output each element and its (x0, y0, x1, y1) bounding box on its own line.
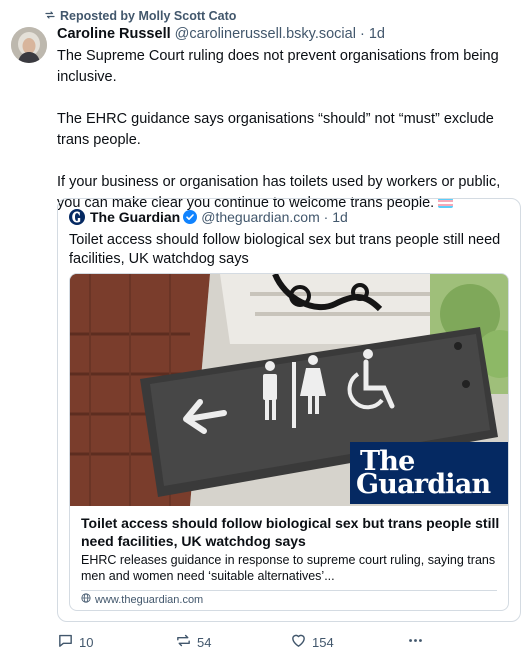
like-button[interactable]: 154 (290, 632, 334, 652)
link-preview-description: EHRC releases guidance in response to su… (81, 553, 496, 583)
author-handle[interactable]: @carolinerussell.bsky.social (175, 26, 356, 42)
link-preview-card[interactable]: The Guardian Toilet access should follow… (69, 273, 509, 611)
quoted-post[interactable]: The Guardian @theguardian.com · 1d Toile… (57, 198, 521, 622)
repost-indicator[interactable]: Reposted by Molly Scott Cato (44, 8, 236, 24)
post-text: The Supreme Court ruling does not preven… (57, 46, 521, 214)
guardian-wordmark: The Guardian (350, 442, 508, 504)
quote-text: Toilet access should follow biological s… (69, 232, 501, 267)
reply-icon (57, 632, 74, 652)
repost-button[interactable]: 54 (175, 632, 211, 652)
quote-author-name[interactable]: The Guardian (90, 209, 180, 225)
link-preview-domain: www.theguardian.com (81, 593, 203, 606)
repost-label: Reposted by Molly Scott Cato (60, 9, 237, 23)
globe-icon (81, 593, 91, 606)
verified-badge-icon (183, 210, 198, 224)
post-timestamp[interactable]: 1d (369, 26, 385, 42)
reply-count: 10 (79, 634, 94, 650)
post-actions: 10 54 154 (57, 632, 521, 652)
post-paragraph: The EHRC guidance says organisations “sh… (57, 111, 494, 148)
guardian-wordmark-line: Guardian (356, 469, 491, 500)
reply-button[interactable]: 10 (57, 632, 93, 652)
heart-icon (290, 632, 307, 652)
more-options-button[interactable] (407, 632, 424, 652)
link-preview-title: Toilet access should follow biological s… (81, 515, 500, 549)
post[interactable]: Caroline Russell @carolinerussell.bsky.s… (57, 24, 521, 214)
post-author-line: Caroline Russell @carolinerussell.bsky.s… (57, 24, 521, 44)
divider (81, 590, 497, 591)
link-preview-image: The Guardian (70, 274, 508, 506)
separator-dot: · (359, 26, 365, 42)
repost-count: 54 (197, 634, 212, 650)
post-paragraph: The Supreme Court ruling does not preven… (57, 48, 499, 85)
author-name[interactable]: Caroline Russell (57, 26, 171, 42)
ellipsis-icon (407, 632, 424, 652)
quote-author-line: The Guardian @theguardian.com · 1d (69, 209, 348, 225)
guardian-logo-icon[interactable] (69, 209, 85, 225)
repost-small-icon (44, 9, 56, 24)
avatar[interactable] (11, 27, 47, 63)
link-domain-text: www.theguardian.com (95, 593, 204, 606)
quote-timestamp[interactable]: 1d (332, 209, 348, 225)
repost-icon (175, 632, 192, 652)
like-count: 154 (312, 634, 334, 650)
separator-dot: · (323, 209, 329, 225)
quote-author-handle[interactable]: @theguardian.com (201, 209, 320, 225)
